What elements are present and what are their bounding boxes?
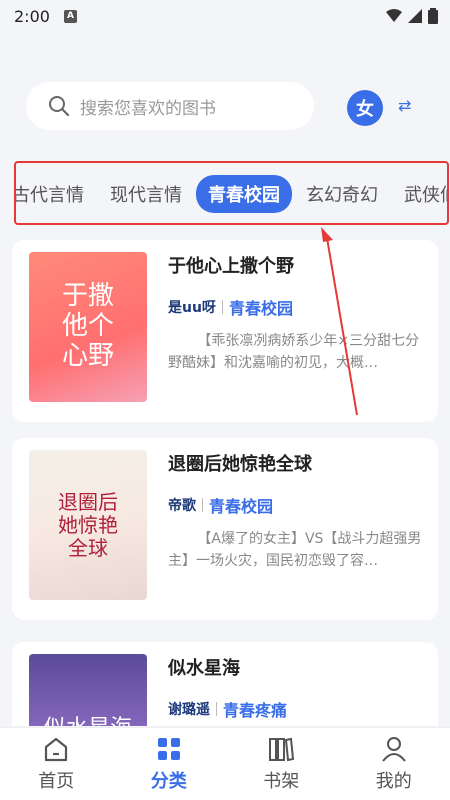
book-category: 青春疼痛 [223,701,288,720]
tab-category[interactable]: 现代言情 [98,175,194,213]
book-title: 似水星海 [168,658,240,679]
battery-icon [428,8,438,24]
home-icon [45,737,68,762]
nav-category[interactable]: 分类 [113,728,226,800]
tab-category[interactable]: 古代言情 [16,175,96,213]
wifi-icon [386,9,402,22]
book-card[interactable]: 似水星海 似水星海 谢璐遥 青春疼痛 [12,642,438,726]
swap-icon[interactable]: ⇄ [398,96,411,115]
profile-icon [381,737,406,762]
book-title: 退圈后她惊艳全球 [168,454,312,475]
signal-icon [408,9,422,23]
nav-profile-label: 我的 [375,771,412,792]
book-category: 青春校园 [228,299,293,318]
book-author: 是uu呀 [168,300,216,316]
cover-title-art: 于撒 他个 心野 [61,281,114,371]
search-icon [49,96,70,117]
tab-category[interactable]: 武侠仙侠 [392,175,447,213]
book-card[interactable]: 于撒 他个 心野 于他心上撒个野 是uu呀 青春校园 【乖张凛冽病娇系少年×三分甜七… [12,240,438,422]
book-cover: 退圈后 她惊艳 全球 [29,450,147,600]
book-author: 帝歌 [168,498,196,514]
nav-profile[interactable]: 我的 [338,728,450,800]
bookshelf-icon [269,737,295,762]
book-category: 青春校园 [209,497,274,516]
book-description: 【A爆了的女主】VS【战斗力超强男主】一场火灾，国民初恋毁了容… [168,531,422,569]
divider [202,498,203,512]
book-meta: 帝歌 青春校园 [168,493,273,517]
book-description: 【乖张凛冽病娇系少年×三分甜七分野酷妹】和沈嘉喻的初见，大概… [168,333,420,371]
search-input[interactable]: 搜索您喜欢的图书 [26,82,314,130]
category-grid-icon [157,738,180,760]
status-time: 2:00 [14,6,50,26]
tab-category-active[interactable]: 青春校园 [196,175,292,213]
tab-category[interactable]: 玄幻奇幻 [294,175,390,213]
book-card[interactable]: 退圈后 她惊艳 全球 退圈后她惊艳全球 帝歌 青春校园 【A爆了的女主】VS【战斗力… [12,438,438,620]
bottom-nav: 首页 分类 书架 我的 [0,727,450,800]
book-cover: 于撒 他个 心野 [29,252,147,402]
book-cover: 似水星海 [29,654,147,726]
cover-title-art: 似水星海 [44,716,132,726]
gender-avatar-button[interactable]: 女 [347,90,383,126]
divider [221,300,223,314]
book-meta: 是uu呀 青春校园 [168,295,293,319]
book-meta: 谢璐遥 青春疼痛 [168,697,287,721]
book-author: 谢璐遥 [168,702,210,718]
category-tabs: 古代言情 现代言情 青春校园 玄幻奇幻 武侠仙侠 [16,175,447,213]
search-placeholder: 搜索您喜欢的图书 [80,98,216,119]
nav-home[interactable]: 首页 [0,728,113,800]
status-icons [386,8,438,24]
nav-category-label: 分类 [150,771,187,792]
book-title: 于他心上撒个野 [168,256,294,277]
category-tabs-highlight: 古代言情 现代言情 青春校园 玄幻奇幻 武侠仙侠 [14,161,449,225]
notification-badge-icon: A [63,9,77,23]
divider [216,702,217,716]
book-list: 于撒 他个 心野 于他心上撒个野 是uu呀 青春校园 【乖张凛冽病娇系少年×三分甜七… [0,236,450,726]
nav-bookshelf-label: 书架 [263,771,300,792]
nav-home-label: 首页 [38,771,75,792]
nav-bookshelf[interactable]: 书架 [225,728,338,800]
status-bar: 2:00 A [0,0,450,32]
cover-title-art: 退圈后 她惊艳 全球 [58,489,118,560]
